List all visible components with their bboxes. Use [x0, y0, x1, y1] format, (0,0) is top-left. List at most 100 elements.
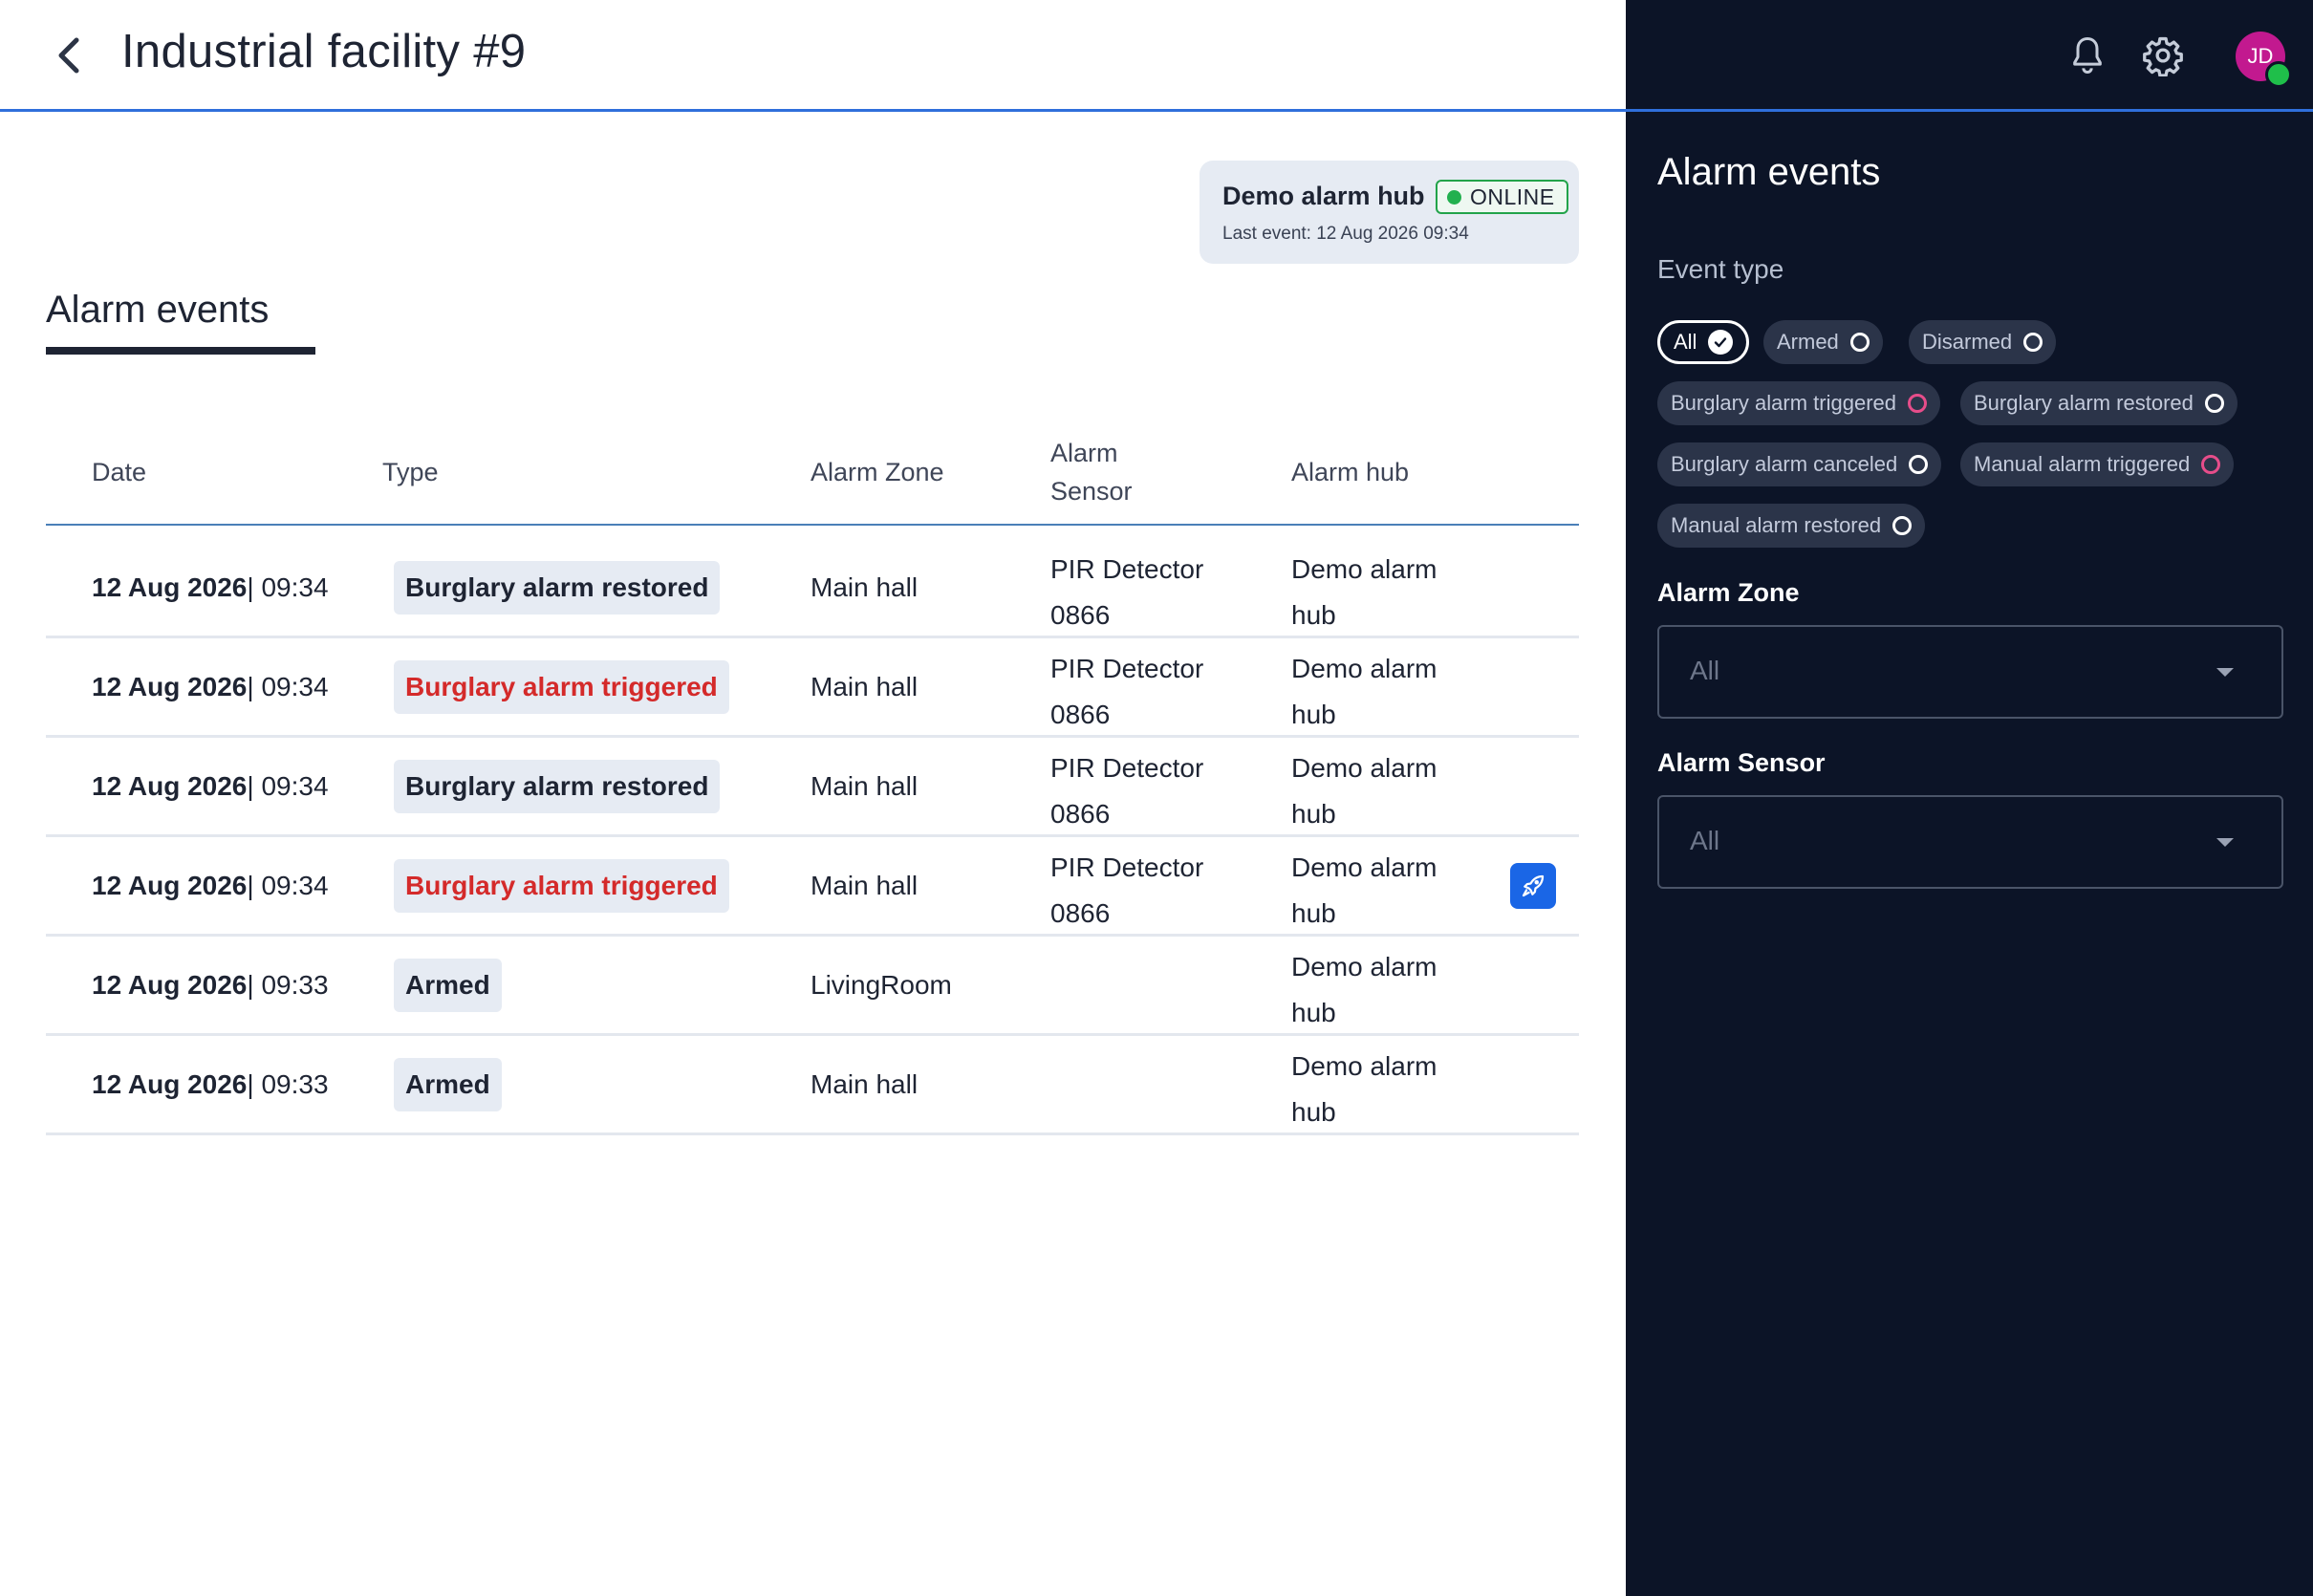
chip-disarmed[interactable]: Disarmed: [1909, 320, 2057, 364]
avatar-status-dot: [2265, 61, 2292, 88]
column-header-sensor[interactable]: Alarm Sensor: [1050, 434, 1165, 510]
table-row[interactable]: 12 Aug 2026 | 09:34 Burglary alarm resto…: [46, 738, 1579, 837]
event-type-label: Event type: [1657, 254, 1784, 284]
sensor-cell: PIR Detector 0866: [1050, 554, 1204, 630]
alarm-zone-label: Alarm Zone: [1657, 578, 1800, 607]
chip-label: Burglary alarm triggered: [1671, 391, 1896, 415]
zone-cell: Main hall: [811, 770, 919, 801]
column-header-zone[interactable]: Alarm Zone: [811, 453, 944, 491]
radio-circle-icon: [2201, 455, 2221, 474]
page-title: Industrial facility #9: [121, 26, 527, 77]
column-header-hub[interactable]: Alarm hub: [1291, 453, 1409, 491]
sensor-cell: PIR Detector 0866: [1050, 654, 1204, 729]
time-value: | 09:34: [247, 770, 329, 801]
sensor-cell: PIR Detector 0866: [1050, 852, 1204, 928]
sensor-cell: PIR Detector 0866: [1050, 753, 1204, 829]
alarm-sensor-label: Alarm Sensor: [1657, 748, 1826, 777]
zone-cell: LivingRoom: [811, 969, 952, 1000]
table-row[interactable]: 12 Aug 2026 | 09:33 Armed Main hall Demo…: [46, 1036, 1579, 1135]
select-value: All: [1690, 656, 1720, 685]
date-value: 12 Aug 2026: [92, 572, 248, 602]
gear-icon: [2143, 36, 2183, 76]
radio-circle-icon: [1849, 333, 1870, 352]
column-header-type[interactable]: Type: [382, 453, 439, 491]
event-type-chip: Burglary alarm triggered: [394, 659, 729, 714]
status-badge: ONLINE: [1436, 180, 1568, 214]
chip-burglary-canceled[interactable]: Burglary alarm canceled: [1657, 442, 1942, 486]
bell-icon: [2073, 36, 2102, 74]
time-value: | 09:33: [247, 1068, 329, 1099]
online-dot-icon: [1447, 189, 1461, 205]
filter-panel: JD Alarm events Event type All Armed Dis…: [1626, 0, 2313, 1596]
alarm-zone-select[interactable]: All: [1657, 625, 2283, 719]
notifications-button[interactable]: [2061, 29, 2114, 82]
zone-cell: Main hall: [811, 870, 919, 900]
date-value: 12 Aug 2026: [92, 870, 248, 900]
row-action-button[interactable]: [1510, 862, 1556, 909]
table-row[interactable]: 12 Aug 2026 | 09:34 Burglary alarm trigg…: [46, 837, 1579, 937]
panel-top-bar: JD: [1626, 0, 2313, 112]
table-row[interactable]: 12 Aug 2026 | 09:34 Burglary alarm trigg…: [46, 638, 1579, 738]
section-title: Alarm events: [46, 289, 270, 331]
date-value: 12 Aug 2026: [92, 1068, 248, 1099]
hub-cell: Demo alarm hub: [1291, 654, 1438, 729]
radio-circle-icon: [1909, 455, 1929, 474]
date-cell: 12 Aug 2026 | 09:34: [92, 638, 329, 735]
date-cell: 12 Aug 2026 | 09:34: [92, 837, 329, 934]
date-value: 12 Aug 2026: [92, 969, 248, 1000]
hub-cell: Demo alarm hub: [1291, 852, 1438, 928]
radio-circle-icon: [2023, 333, 2043, 352]
chip-armed[interactable]: Armed: [1763, 320, 1883, 364]
chip-label: Manual alarm triggered: [1974, 452, 2191, 476]
column-header-date[interactable]: Date: [92, 453, 146, 491]
table-row[interactable]: 12 Aug 2026 | 09:34 Burglary alarm resto…: [46, 539, 1579, 638]
event-type-chip: Burglary alarm restored: [394, 759, 721, 813]
time-value: | 09:34: [247, 572, 329, 602]
check-circle-icon: [1708, 330, 1734, 355]
hub-cell: Demo alarm hub: [1291, 554, 1438, 630]
event-type-chip: Burglary alarm triggered: [394, 858, 729, 913]
chip-manual-restored[interactable]: Manual alarm restored: [1657, 504, 1926, 548]
date-value: 12 Aug 2026: [92, 770, 248, 801]
chip-label: All: [1674, 330, 1697, 354]
radio-circle-icon: [1892, 516, 1913, 535]
section-tab-indicator: [46, 347, 315, 355]
zone-cell: Main hall: [811, 572, 919, 602]
alarm-events-table: Date Type Alarm Zone Alarm Sensor Alarm …: [46, 421, 1579, 1135]
event-type-chip: Armed: [394, 958, 502, 1012]
chip-burglary-restored[interactable]: Burglary alarm restored: [1960, 381, 2237, 425]
last-event-text: Last event: 12 Aug 2026 09:34: [1222, 224, 1469, 244]
hub-cell: Demo alarm hub: [1291, 952, 1438, 1027]
time-value: | 09:34: [247, 870, 329, 900]
settings-button[interactable]: [2136, 29, 2190, 82]
date-cell: 12 Aug 2026 | 09:34: [92, 738, 329, 834]
date-cell: 12 Aug 2026 | 09:34: [92, 539, 329, 636]
hub-cell: Demo alarm hub: [1291, 1051, 1438, 1127]
main-content: Industrial facility #9 Demo alarm hub ON…: [0, 0, 1626, 1596]
radio-circle-icon: [2204, 394, 2224, 413]
time-value: | 09:33: [247, 969, 329, 1000]
select-value: All: [1690, 826, 1720, 855]
zone-cell: Main hall: [811, 1068, 919, 1099]
status-badge-label: ONLINE: [1470, 183, 1555, 209]
chip-label: Armed: [1777, 330, 1839, 354]
chip-label: Manual alarm restored: [1671, 513, 1882, 537]
chip-burglary-triggered[interactable]: Burglary alarm triggered: [1657, 381, 1940, 425]
date-cell: 12 Aug 2026 | 09:33: [92, 937, 329, 1033]
table-header: Date Type Alarm Zone Alarm Sensor Alarm …: [46, 421, 1579, 526]
caret-down-icon: [2216, 668, 2234, 677]
table-row[interactable]: 12 Aug 2026 | 09:33 Armed LivingRoom Dem…: [46, 937, 1579, 1036]
caret-down-icon: [2216, 838, 2234, 847]
chip-all[interactable]: All: [1657, 320, 1750, 364]
alarm-sensor-select[interactable]: All: [1657, 795, 2283, 889]
hub-name: Demo alarm hub: [1222, 182, 1425, 210]
hub-status-card: Demo alarm hub ONLINE Last event: 12 Aug…: [1200, 161, 1579, 264]
date-cell: 12 Aug 2026 | 09:33: [92, 1036, 329, 1132]
chip-label: Disarmed: [1922, 330, 2013, 354]
chip-label: Burglary alarm restored: [1974, 391, 2194, 415]
chip-label: Burglary alarm canceled: [1671, 452, 1898, 476]
chip-manual-triggered[interactable]: Manual alarm triggered: [1960, 442, 2235, 486]
back-button[interactable]: [42, 29, 96, 82]
zone-cell: Main hall: [811, 671, 919, 701]
radio-circle-icon: [1907, 394, 1927, 413]
